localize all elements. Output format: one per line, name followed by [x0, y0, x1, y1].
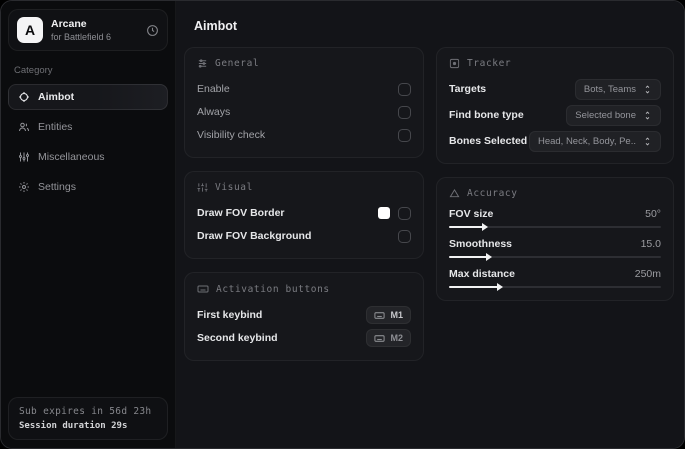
card-title: Tracker [467, 58, 512, 69]
dropdown-value: Head, Neck, Body, Pe.. [537, 135, 636, 147]
fov-border-color-swatch[interactable] [378, 207, 390, 219]
accuracy-icon [449, 188, 460, 199]
card-title: Visual [215, 182, 253, 193]
enable-checkbox[interactable] [398, 82, 411, 96]
smoothness-slider[interactable] [449, 253, 661, 261]
slider-label: Max distance [449, 268, 515, 280]
sidebar-item-miscellaneous[interactable]: Miscellaneous [8, 144, 168, 170]
always-checkbox[interactable] [398, 105, 411, 119]
visual-card: Visual Draw FOV Border Draw FOV Backgrou… [184, 171, 424, 259]
slider-thumb[interactable] [486, 253, 493, 261]
bones-selected-dropdown[interactable]: Head, Neck, Body, Pe.. [528, 130, 661, 152]
sliders-icon [18, 151, 30, 163]
find-bone-type-dropdown[interactable]: Selected bone [566, 104, 661, 126]
card-title: Activation buttons [216, 283, 330, 295]
smoothness-slider-block: Smoothness 15.0 [449, 238, 661, 261]
dropdown-value: Selected bone [575, 109, 636, 121]
setting-label: Second keybind [197, 332, 278, 344]
expand-icon [643, 110, 652, 120]
setting-row-draw-fov-border: Draw FOV Border [197, 202, 411, 224]
setting-row-enable: Enable [197, 78, 411, 100]
sidebar-item-label: Settings [38, 181, 76, 193]
targets-dropdown[interactable]: Bots, Teams [574, 78, 661, 100]
sidebar: A Arcane for Battlefield 6 Category Aimb… [1, 1, 176, 448]
slider-label: FOV size [449, 208, 494, 220]
setting-row-first-keybind: First keybind M1 [197, 304, 411, 326]
expand-icon [643, 84, 652, 94]
sidebar-item-entities[interactable]: Entities [8, 114, 168, 140]
app-subtitle: for Battlefield 6 [51, 31, 112, 42]
draw-fov-border-checkbox[interactable] [398, 206, 411, 220]
app-name: Arcane [51, 17, 87, 30]
max-distance-slider[interactable] [449, 283, 661, 291]
fov-size-slider[interactable] [449, 223, 661, 231]
sidebar-item-label: Miscellaneous [38, 151, 105, 163]
setting-label: Targets [449, 83, 487, 95]
page-title: Aimbot [194, 19, 238, 33]
setting-row-targets: Targets Bots, Teams [449, 78, 661, 100]
setting-row-visibility-check: Visibility check [197, 124, 411, 146]
keybind-value: M1 [390, 310, 403, 320]
app-logo: A [17, 17, 43, 43]
slider-label: Smoothness [449, 238, 513, 250]
slider-value: 50° [645, 208, 661, 220]
visual-icon [197, 182, 208, 193]
max-distance-slider-block: Max distance 250m [449, 268, 661, 291]
session-duration-text: Session duration 29s [19, 421, 128, 431]
setting-row-second-keybind: Second keybind M2 [197, 327, 411, 349]
setting-label: Draw FOV Border [197, 207, 285, 219]
app-window: A Arcane for Battlefield 6 Category Aimb… [0, 0, 685, 449]
setting-label: Find bone type [449, 109, 524, 121]
sync-icon[interactable] [146, 24, 159, 37]
setting-row-always: Always [197, 101, 411, 123]
accuracy-card: Accuracy FOV size 50° Smoothness 15.0 Ma… [436, 177, 674, 301]
dropdown-value: Bots, Teams [583, 83, 636, 95]
subscription-status: Sub expires in 56d 23h Session duration … [8, 397, 168, 440]
app-header: A Arcane for Battlefield 6 [8, 9, 168, 51]
draw-fov-background-checkbox[interactable] [398, 229, 411, 243]
sub-expiry-text: Sub expires in 56d 23h [19, 406, 152, 417]
card-title: General [215, 58, 260, 69]
setting-row-bones-selected: Bones Selected Head, Neck, Body, Pe.. [449, 130, 661, 152]
category-label: Category [14, 65, 53, 76]
setting-row-find-bone-type: Find bone type Selected bone [449, 104, 661, 126]
fov-size-slider-block: FOV size 50° [449, 208, 661, 231]
setting-label: Visibility check [197, 129, 266, 141]
setting-label: Enable [197, 83, 230, 95]
slider-thumb[interactable] [496, 283, 503, 291]
second-keybind-button[interactable]: M2 [366, 329, 411, 347]
setting-label: Always [197, 106, 231, 118]
setting-row-draw-fov-background: Draw FOV Background [197, 225, 411, 247]
setting-label: First keybind [197, 309, 263, 321]
first-keybind-button[interactable]: M1 [366, 306, 411, 324]
keybind-value: M2 [390, 333, 403, 343]
keyboard-icon [374, 333, 386, 344]
entities-icon [18, 121, 30, 133]
tracker-card: Tracker Targets Bots, Teams Find bone ty… [436, 47, 674, 164]
sidebar-item-settings[interactable]: Settings [8, 174, 168, 200]
sidebar-item-label: Aimbot [38, 91, 75, 103]
setting-label: Draw FOV Background [197, 230, 312, 242]
app-logo-letter: A [24, 22, 36, 38]
sidebar-item-aimbot[interactable]: Aimbot [8, 84, 168, 110]
sidebar-item-label: Entities [38, 121, 73, 133]
setting-label: Bones Selected [449, 135, 528, 147]
gear-icon [18, 181, 30, 193]
keyboard-icon [197, 283, 209, 295]
expand-icon [643, 136, 652, 146]
card-title: Accuracy [467, 188, 518, 199]
general-icon [197, 58, 208, 69]
slider-thumb[interactable] [481, 223, 488, 231]
general-card: General Enable Always Visibility check [184, 47, 424, 158]
keyboard-icon [374, 310, 386, 321]
main-content: Aimbot General Enable Always Visibility … [176, 1, 684, 448]
crosshair-icon [18, 91, 30, 103]
slider-value: 15.0 [640, 238, 661, 250]
visibility-check-checkbox[interactable] [398, 128, 411, 142]
tracker-icon [449, 58, 460, 69]
slider-value: 250m [634, 268, 661, 280]
activation-card: Activation buttons First keybind M1 Seco… [184, 272, 424, 361]
